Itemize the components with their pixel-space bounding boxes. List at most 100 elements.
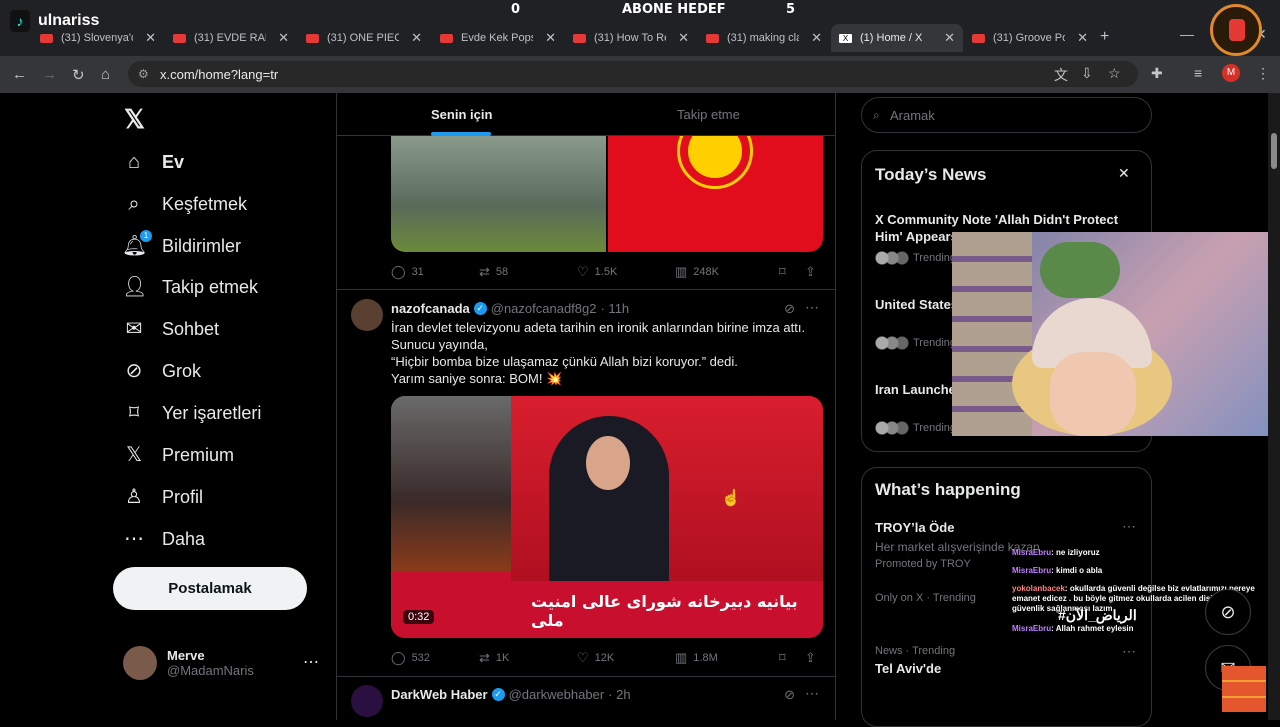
close-icon[interactable]: ✕: [811, 30, 822, 46]
repost-button[interactable]: ⇄ 1K: [479, 650, 577, 666]
grok-icon[interactable]: ⊘: [784, 687, 795, 703]
back-icon[interactable]: ←: [12, 66, 27, 83]
divider: [337, 676, 835, 677]
more-icon[interactable]: ⋯: [805, 299, 819, 316]
nav-label: Keşfetmek: [162, 193, 248, 214]
repost-button[interactable]: ⇄ 58: [479, 264, 577, 280]
x-logo-icon[interactable]: 𝕏: [124, 104, 145, 135]
tab-for-you[interactable]: Senin için: [431, 107, 492, 122]
grok-fab-button[interactable]: ⊘: [1205, 589, 1251, 635]
browser-tab-active[interactable]: X (1) Home / X ✕: [831, 24, 963, 52]
webcam-face: [1050, 352, 1136, 436]
scrollbar-thumb[interactable]: [1271, 133, 1277, 169]
close-icon[interactable]: ✕: [411, 30, 422, 46]
close-icon[interactable]: ✕: [944, 30, 955, 46]
close-icon[interactable]: ✕: [278, 30, 289, 46]
close-icon[interactable]: ✕: [545, 30, 556, 46]
new-tab-button[interactable]: +: [1100, 28, 1109, 46]
chat-user: MisraEbru: [1012, 624, 1052, 633]
nav-item-bookmarks[interactable]: ⌑ Yer işaretleri: [122, 401, 262, 425]
close-icon[interactable]: ✕: [1118, 165, 1130, 182]
install-icon[interactable]: ⇩: [1081, 65, 1093, 82]
search-input[interactable]: ⌕ Aramak: [861, 97, 1152, 133]
share-button[interactable]: ⇪: [805, 650, 822, 666]
star-icon[interactable]: ☆: [1108, 65, 1121, 82]
author-avatar[interactable]: [351, 685, 383, 717]
post-button[interactable]: Postalamak: [113, 567, 307, 610]
tab-following[interactable]: Takip etme: [677, 107, 740, 122]
like-button[interactable]: ♡ 1.5K: [577, 264, 675, 280]
nav-item-more[interactable]: ⋯ Daha: [122, 527, 205, 551]
minimize-button[interactable]: —: [1180, 26, 1194, 42]
browser-tab[interactable]: (31) making clay ✕: [698, 24, 830, 52]
view-count: 1.8M: [693, 652, 718, 664]
nav-item-grok[interactable]: ⊘ Grok: [122, 359, 201, 383]
post-image-flag[interactable]: [608, 136, 823, 252]
author-handle[interactable]: @nazofcanadf8g2: [491, 301, 597, 316]
nav-item-notifications[interactable]: 🔔︎ 1 Bildirimler: [122, 230, 241, 258]
more-icon[interactable]: ⋯: [805, 685, 819, 702]
mouse-cursor-icon: ☝: [721, 490, 741, 507]
more-icon[interactable]: ⋯: [1122, 643, 1136, 660]
bookmark-button[interactable]: ⌑: [779, 264, 805, 280]
grok-icon[interactable]: ⊘: [784, 301, 795, 317]
more-icon[interactable]: ⋯: [303, 652, 319, 672]
author-avatar[interactable]: [351, 299, 383, 331]
nav-item-chat[interactable]: ✉ Sohbet: [122, 317, 219, 341]
account-switcher[interactable]: Merve @MadamNaris: [123, 646, 254, 680]
bookmark-icon: ⌑: [779, 264, 786, 279]
forward-icon[interactable]: →: [42, 66, 57, 83]
home-browser-icon[interactable]: ⌂: [101, 66, 110, 83]
post-actions: ◯ 31 ⇄ 58 ♡ 1.5K ▥ 248K ⌑ ⇪: [391, 264, 823, 280]
scrollbar[interactable]: [1268, 93, 1280, 720]
post-time[interactable]: · 11h: [600, 301, 629, 316]
post-video[interactable]: بیانیه دبیرخانه شورای عالی امنیت ملی 0:3…: [391, 396, 823, 638]
trend-title[interactable]: TROY’la Öde: [875, 520, 954, 535]
nav-item-profile[interactable]: ♙ Profil: [122, 485, 203, 509]
reload-icon[interactable]: ↻: [72, 66, 85, 84]
author-handle[interactable]: @darkwebhaber: [509, 687, 605, 702]
view-count: 248K: [693, 266, 719, 278]
nav-item-home[interactable]: ⌂ Ev: [122, 150, 184, 174]
browser-tab[interactable]: (31) ONE PIECE | ✕: [298, 24, 430, 52]
menu-icon[interactable]: ⋮: [1256, 65, 1270, 82]
views-button[interactable]: ▥ 1.8M: [675, 650, 779, 666]
browser-tab[interactable]: (31) EVDE RAMA ✕: [165, 24, 297, 52]
browser-tab[interactable]: Evde Kek Pops N ✕: [432, 24, 564, 52]
profile-avatar[interactable]: M: [1222, 64, 1240, 82]
home-icon: ⌂: [127, 151, 141, 173]
share-button[interactable]: ⇪: [805, 264, 822, 280]
author-name[interactable]: nazofcanada: [391, 301, 470, 316]
nav-item-premium[interactable]: 𝕏 Premium: [122, 443, 234, 467]
like-button[interactable]: ♡ 12K: [577, 650, 675, 666]
post-time[interactable]: · 2h: [608, 687, 630, 702]
address-bar[interactable]: ⚙ x.com/home?lang=tr: [128, 61, 1138, 87]
bookmark-button[interactable]: ⌑: [779, 650, 805, 666]
reply-button[interactable]: ◯ 532: [391, 650, 479, 666]
browser-tab[interactable]: (31) Groove Pop ✕: [964, 24, 1096, 52]
close-icon[interactable]: ✕: [145, 30, 156, 46]
repost-count: 58: [495, 266, 509, 278]
nav-item-explore[interactable]: ⌕ Keşfetmek: [122, 192, 247, 216]
reply-button[interactable]: ◯ 31: [391, 264, 479, 280]
post-line: Yarım saniye sonra: BOM! 💥: [391, 371, 563, 386]
site-settings-icon[interactable]: ⚙: [138, 67, 149, 81]
media-icon[interactable]: ≡: [1194, 65, 1202, 81]
grok-icon: ⊘: [125, 360, 143, 382]
post-image-river[interactable]: [391, 136, 606, 252]
more-icon[interactable]: ⋯: [1122, 518, 1136, 535]
trend-title[interactable]: Tel Aviv'de: [875, 661, 941, 676]
news-meta-text: Trending: [913, 252, 957, 264]
youtube-icon: [573, 33, 586, 43]
nav-item-follow[interactable]: 👤︎ Takip etmek: [122, 275, 258, 299]
close-icon[interactable]: ✕: [1077, 30, 1088, 46]
views-button[interactable]: ▥ 248K: [675, 264, 779, 280]
nav-label: Sohbet: [162, 318, 220, 339]
extensions-icon[interactable]: ✚: [1151, 65, 1163, 82]
browser-tab[interactable]: (31) How To Reb ✕: [565, 24, 697, 52]
webcam-overlay: [952, 232, 1280, 436]
author-name[interactable]: DarkWeb Haber: [391, 687, 488, 702]
lantern-icon: [1210, 4, 1262, 56]
close-icon[interactable]: ✕: [678, 30, 689, 46]
translate-icon[interactable]: 文: [1054, 65, 1068, 85]
